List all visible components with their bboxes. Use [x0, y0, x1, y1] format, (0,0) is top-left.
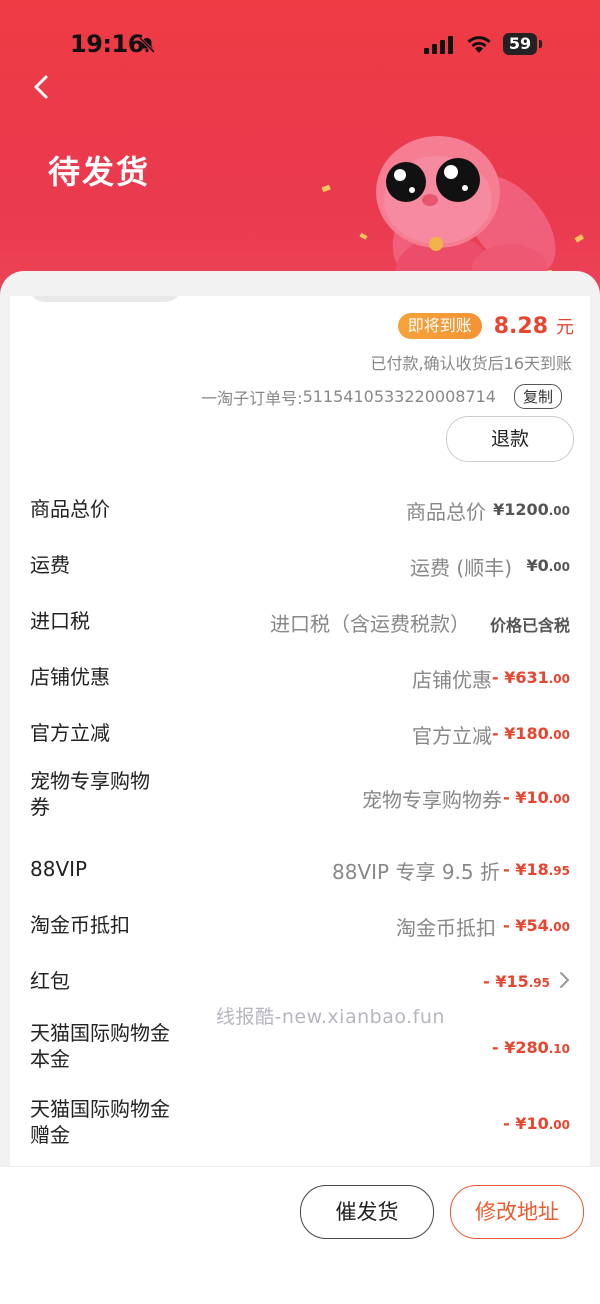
back-arrow-icon[interactable]	[30, 74, 54, 100]
row-value: ¥1200.00	[493, 500, 570, 519]
row-label: 商品总价	[30, 497, 110, 521]
page-title: 待发货	[48, 153, 151, 191]
row-desc: 淘金币抵扣	[396, 916, 496, 940]
row-label: 宠物专享购物券	[30, 769, 150, 819]
price-row-shipping: 运费 运费 (顺丰) ¥0.00	[10, 538, 590, 594]
price-row-coin-deduction: 淘金币抵扣 淘金币抵扣 - ¥54.00	[10, 900, 590, 956]
status-bar: 19:16 59	[0, 28, 600, 64]
row-value: - ¥54.00	[503, 916, 570, 935]
row-value: - ¥18.95	[503, 860, 570, 879]
chevron-right-icon[interactable]	[558, 971, 570, 989]
settlement-unit: 元	[556, 317, 574, 338]
row-value: 价格已含税	[489, 616, 570, 635]
order-number-label: 一淘子订单号:	[201, 388, 303, 408]
copy-button[interactable]: 复制	[513, 384, 562, 409]
row-value: - ¥280.10	[491, 1038, 570, 1057]
order-detail-card: 即将到账 8.28 元 已付款,确认收货后16天到账 一淘子订单号: 51154…	[10, 296, 590, 1166]
order-number: 5115410533220008714	[302, 387, 496, 406]
row-desc: 店铺优惠	[412, 668, 492, 692]
settlement-amount: 8.28	[493, 313, 548, 339]
battery-icon: 59	[503, 33, 542, 55]
row-desc: 进口税（含运费税款）	[270, 612, 470, 636]
status-time: 19:16	[70, 30, 144, 58]
price-row-pet-coupon: 宠物专享购物券 宠物专享购物券 - ¥10.00	[10, 762, 590, 844]
price-row-store-discount: 店铺优惠 店铺优惠 - ¥631.00	[10, 650, 590, 706]
price-row-official-discount: 官方立减 官方立减 - ¥180.00	[10, 706, 590, 762]
row-label: 进口税	[30, 609, 90, 633]
refund-button[interactable]: 退款	[446, 416, 574, 462]
row-label: 官方立减	[30, 721, 110, 745]
row-desc: 商品总价	[406, 500, 486, 524]
product-image-edge	[30, 296, 180, 302]
watermark: 线报酷-new.xianbao.fun	[216, 1006, 445, 1028]
row-value: - ¥180.00	[491, 724, 570, 743]
row-desc: 官方立减	[412, 724, 492, 748]
price-row-import-tax: 进口税 进口税（含运费税款） 价格已含税	[10, 594, 590, 650]
signal-icon	[424, 36, 453, 54]
settlement-note: 已付款,确认收货后16天到账	[370, 354, 572, 373]
price-row-tmall-credit-bonus: 天猫国际购物金赠金 - ¥10.00	[10, 1092, 590, 1166]
bottom-action-bar: 催发货 修改地址	[0, 1166, 600, 1304]
row-label: 88VIP	[30, 857, 88, 881]
row-desc: 宠物专享购物券	[362, 788, 502, 812]
row-label: 淘金币抵扣	[30, 913, 130, 937]
row-desc: 运费 (顺丰)	[410, 556, 512, 580]
header: 19:16 59 待发货	[0, 0, 600, 300]
bell-slash-icon	[138, 36, 156, 54]
settlement-status: 即将到账 8.28 元	[397, 313, 574, 339]
row-label: 运费	[30, 553, 70, 577]
row-value: - ¥15.95	[483, 972, 550, 991]
urge-shipment-button[interactable]: 催发货	[300, 1185, 434, 1239]
wifi-icon	[467, 36, 491, 53]
row-value: - ¥10.00	[503, 1114, 570, 1133]
status-badge: 即将到账	[397, 313, 482, 339]
order-number-row: 一淘子订单号: 5115410533220008714 复制	[201, 384, 562, 409]
row-desc: 88VIP 专享 9.5 折	[332, 860, 500, 884]
row-value: - ¥10.00	[503, 788, 570, 807]
row-label: 红包	[30, 969, 70, 993]
price-row-total: 商品总价 商品总价 ¥1200.00	[10, 482, 590, 538]
price-row-88vip: 88VIP 88VIP 专享 9.5 折 - ¥18.95	[10, 844, 590, 900]
row-label: 天猫国际购物金本金	[30, 1021, 170, 1071]
row-value: ¥0.00	[526, 556, 570, 575]
change-address-button[interactable]: 修改地址	[450, 1185, 584, 1239]
row-label: 天猫国际购物金赠金	[30, 1097, 170, 1147]
price-breakdown: 商品总价 商品总价 ¥1200.00 运费 运费 (顺丰) ¥0.00 进口税 …	[10, 482, 590, 1166]
row-value: - ¥631.00	[491, 668, 570, 687]
row-label: 店铺优惠	[30, 665, 110, 689]
